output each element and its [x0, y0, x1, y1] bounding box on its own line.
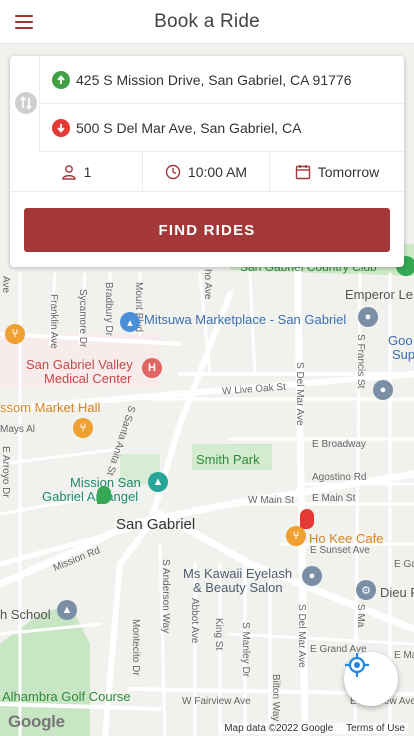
passenger-count: 1	[83, 163, 92, 180]
time-selector[interactable]: 10:00 AM	[143, 152, 270, 191]
street-label: S Anderson Way	[160, 559, 171, 634]
date-selector[interactable]: Tomorrow	[270, 152, 404, 191]
street-label: Agostino Rd	[312, 472, 367, 483]
find-rides-button[interactable]: FIND RIDES	[24, 208, 390, 252]
poi-label[interactable]: Ho Kee Cafe	[309, 531, 383, 546]
restaurant-icon[interactable]: ⑂	[5, 324, 25, 344]
street-label: W Fairview Ave	[182, 696, 251, 707]
city-label: San Gabriel	[116, 516, 196, 533]
restaurant-icon[interactable]: ⑂	[286, 526, 306, 546]
shopping-bag-icon[interactable]: ▴	[120, 312, 140, 332]
google-logo: Google	[8, 712, 65, 731]
street-label: S Del Mar Ave	[294, 362, 305, 426]
place-marker-icon[interactable]: ●	[302, 566, 322, 586]
poi-label[interactable]: Alhambra Golf Course	[2, 689, 131, 704]
street-label: S Francis St	[355, 334, 366, 389]
street-label: E Arroyo Dr	[0, 446, 11, 498]
school-icon[interactable]: ▲	[57, 600, 77, 620]
poi-label[interactable]: Smith Park	[196, 452, 260, 467]
dropoff-address-field[interactable]: 500 S Del Mar Ave, San Gabriel, CA	[40, 104, 404, 152]
page-title: Book a Ride	[154, 11, 260, 32]
ride-booking-card: 425 S Mission Drive, San Gabriel, CA 917…	[10, 56, 404, 267]
hospital-icon[interactable]: H	[142, 358, 162, 378]
poi-label[interactable]: Sup	[392, 347, 414, 362]
street-label: E Broadway	[312, 439, 366, 450]
street-label: Franklin Ave	[48, 294, 59, 349]
poi-label[interactable]: Goo	[388, 333, 413, 348]
app-header: Book a Ride	[0, 0, 414, 44]
poi-label[interactable]: & Beauty Salon	[193, 580, 283, 595]
swap-vertical-icon[interactable]	[15, 92, 37, 114]
street-label: W Main St	[248, 495, 295, 506]
place-marker-icon[interactable]	[97, 486, 111, 504]
calendar-icon	[295, 164, 310, 179]
poi-label[interactable]: ssom Market Hall	[0, 400, 100, 415]
poi-label[interactable]: Dieu F	[380, 585, 414, 600]
restaurant-icon[interactable]: ⑂	[73, 418, 93, 438]
person-icon	[61, 164, 76, 180]
poi-label[interactable]: San Gabriel Valley	[26, 357, 133, 372]
pickup-address-field[interactable]: 425 S Mission Drive, San Gabriel, CA 917…	[40, 56, 404, 104]
map-attribution: Map data ©2022 Google Terms of Use	[221, 723, 408, 734]
street-label: ho Ave	[202, 269, 213, 300]
poi-label[interactable]: h School	[0, 607, 51, 622]
passenger-count-selector[interactable]: 1	[10, 152, 143, 191]
destination-marker-icon[interactable]	[300, 509, 314, 529]
street-label: Bradbury Dr	[103, 282, 114, 336]
landmark-icon[interactable]: ▲	[148, 472, 168, 492]
pickup-address-text: 425 S Mission Drive, San Gabriel, CA 917…	[76, 71, 352, 88]
attribution-text: Map data ©2022 Google	[224, 723, 334, 734]
street-label: Sycamore Dr	[77, 289, 88, 348]
street-label: E Sunset Ave	[310, 545, 370, 556]
street-label: Mays Al	[0, 424, 36, 435]
street-label: Bilton Way	[270, 674, 281, 722]
street-label: Montecito Dr	[130, 619, 141, 676]
street-label: S Del Mar Ave	[296, 604, 307, 668]
street-label: Ave	[0, 276, 11, 294]
terms-link[interactable]: Terms of Use	[346, 723, 405, 734]
address-swap-column	[10, 56, 40, 152]
place-marker-icon[interactable]: ⚙	[356, 580, 376, 600]
street-label: King St	[213, 618, 224, 651]
ride-time: 10:00 AM	[187, 163, 248, 180]
street-label: Abbot Ave	[189, 598, 200, 644]
street-label: E Ga	[394, 559, 414, 570]
dropoff-arrow-down-icon	[52, 118, 70, 137]
place-marker-icon[interactable]: ●	[358, 307, 378, 327]
ride-options-row: 1 10:00 AM Tomorrow	[10, 152, 404, 192]
poi-label[interactable]: Emperor Le	[345, 287, 413, 302]
dropoff-address-text: 500 S Del Mar Ave, San Gabriel, CA	[76, 119, 302, 136]
clock-icon	[165, 164, 181, 179]
poi-label[interactable]: Medical Center	[44, 371, 131, 386]
street-label: S Ma	[355, 604, 366, 628]
poi-label[interactable]: Mitsuwa Marketplace - San Gabriel	[144, 312, 346, 327]
street-label: S Manley Dr	[240, 622, 251, 678]
pickup-arrow-up-icon	[52, 70, 70, 89]
street-label: E Main St	[312, 493, 356, 504]
place-marker-icon[interactable]: ●	[373, 380, 393, 400]
poi-label[interactable]: Gabriel Arcángel	[42, 489, 138, 504]
street-label: E Ma	[394, 650, 414, 661]
poi-label[interactable]: Ms Kawaii Eyelash	[183, 566, 292, 581]
my-location-icon[interactable]	[344, 652, 398, 706]
ride-date: Tomorrow	[317, 163, 380, 180]
